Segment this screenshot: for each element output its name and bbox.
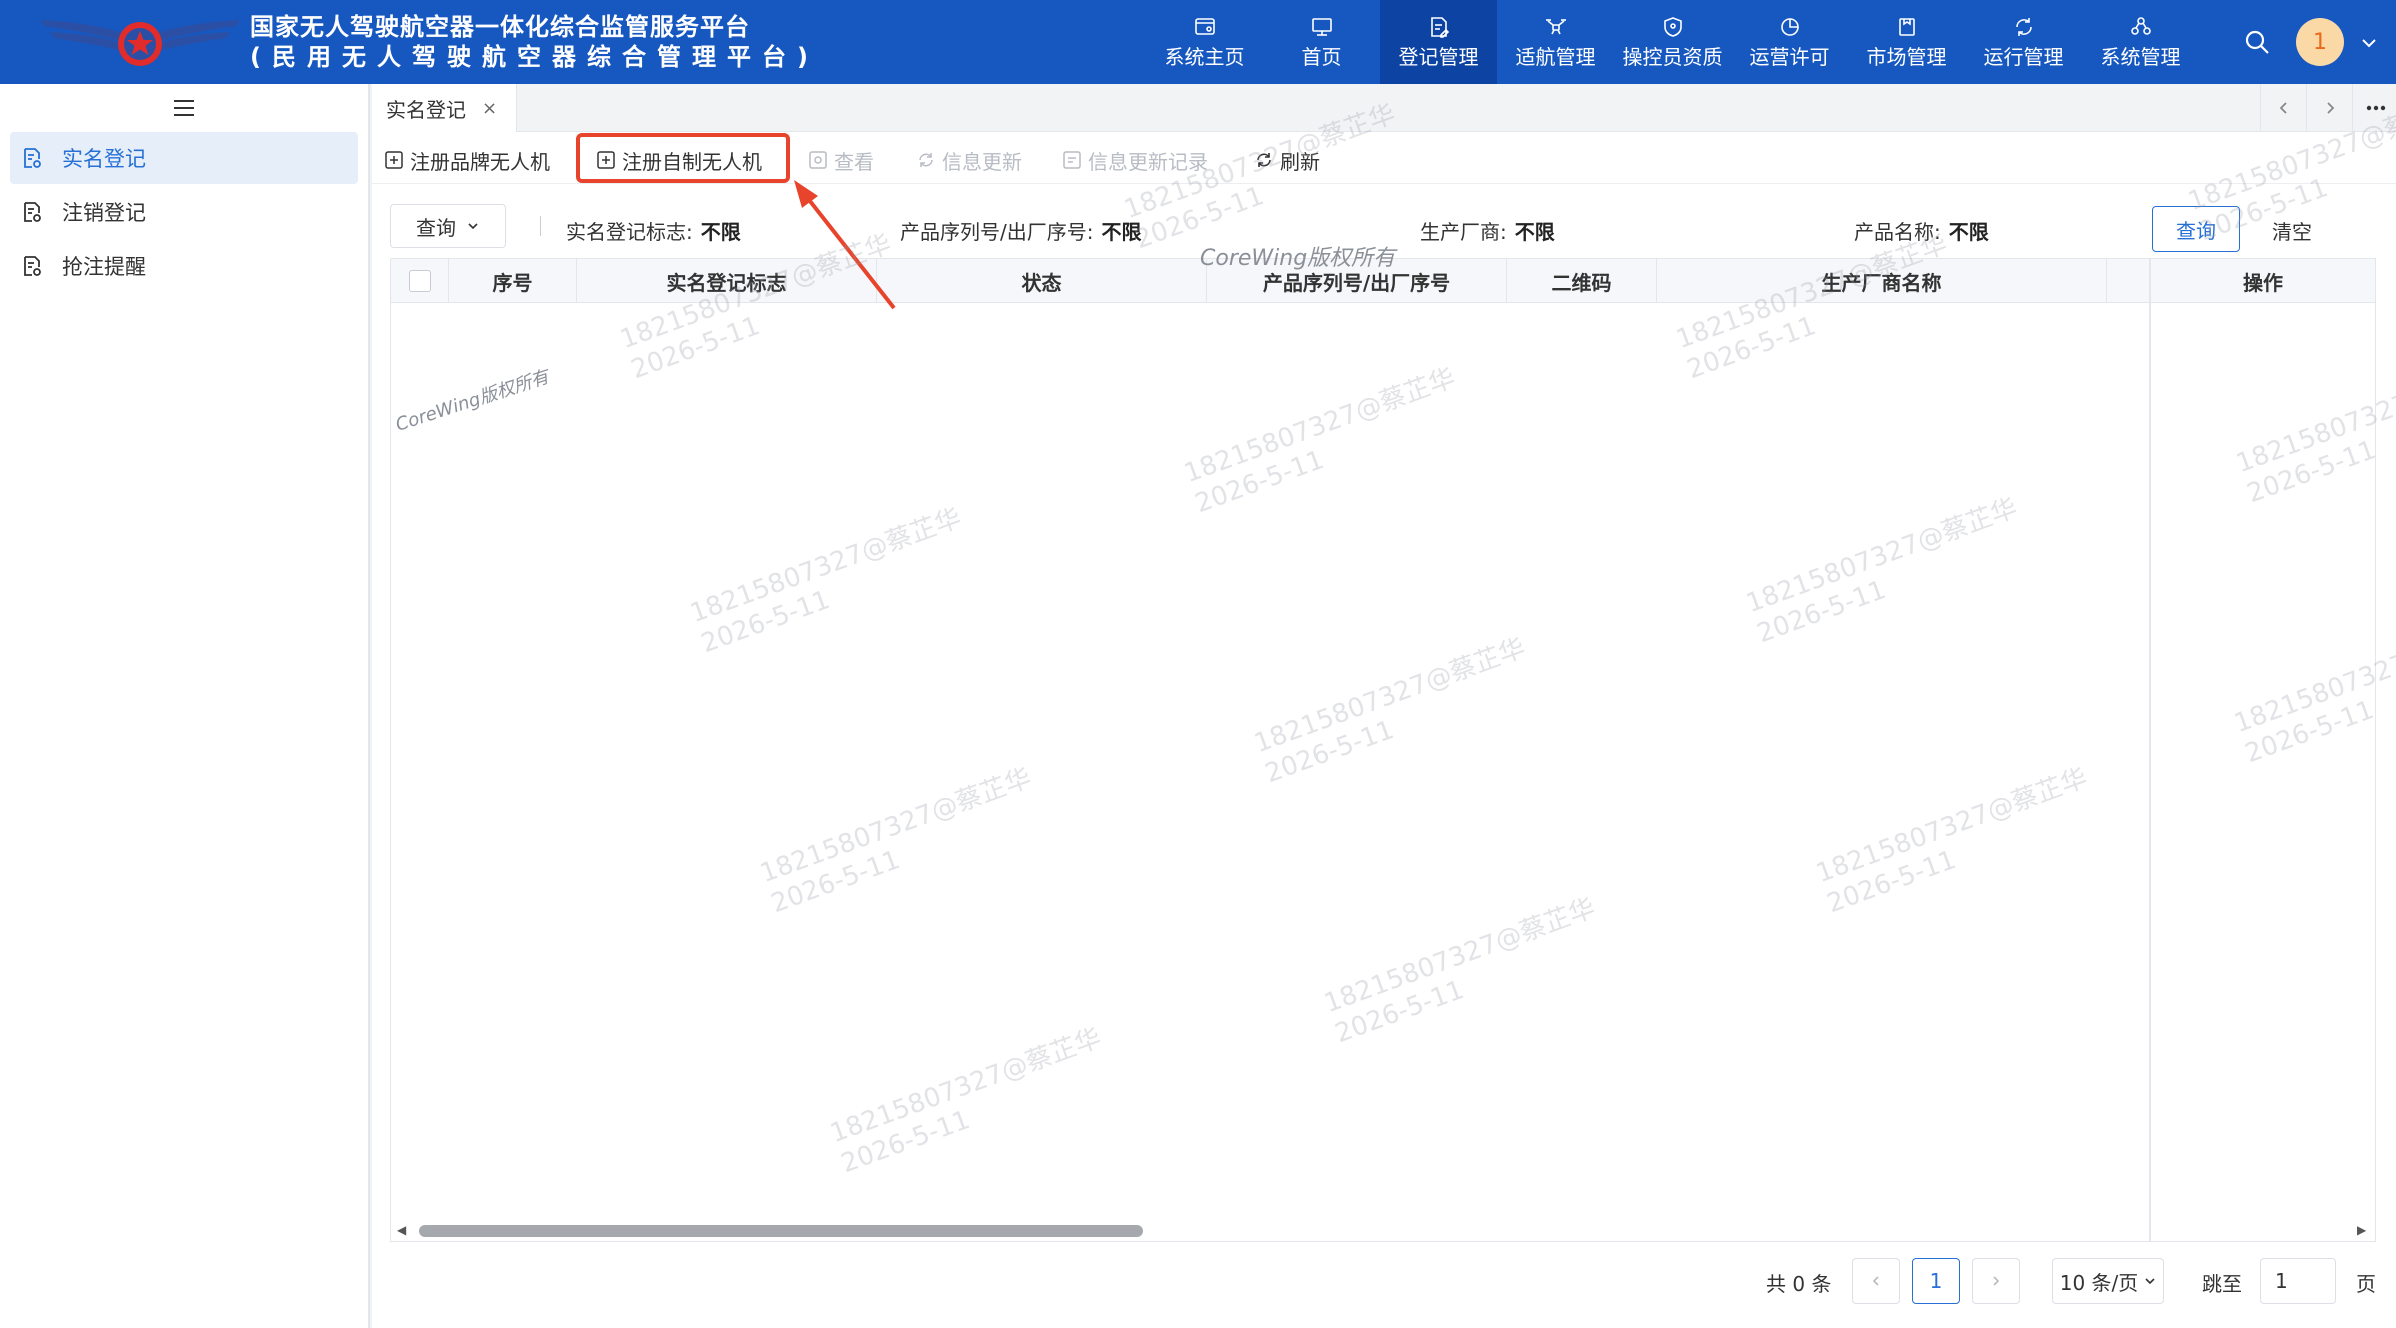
filter-serial-number[interactable]: 产品序列号/出厂序号: 不限 (900, 216, 1141, 245)
chevron-down-icon (468, 223, 478, 230)
caac-wings-logo-icon (40, 20, 240, 66)
scroll-right-icon[interactable]: ▶ (2357, 1223, 2366, 1237)
more-tabs-button[interactable] (2352, 84, 2396, 132)
scroll-left-icon[interactable]: ◀ (397, 1223, 406, 1237)
filter-manufacturer[interactable]: 生产厂商: 不限 (1420, 216, 1555, 245)
info-update-button[interactable]: 信息更新 (916, 144, 1022, 176)
scrollbar-thumb[interactable] (419, 1225, 1143, 1237)
drone-icon (1545, 19, 1566, 35)
platform-title: 国家无人驾驶航空器一体化综合监管服务平台 (250, 13, 750, 41)
clear-button[interactable]: 清空 (2272, 216, 2312, 245)
query-dropdown[interactable]: 查询 (390, 204, 506, 248)
page-suffix: 页 (2356, 1272, 2376, 1296)
prev-page-button[interactable] (1852, 1258, 1900, 1304)
shield-icon (1663, 17, 1682, 37)
search-icon[interactable] (2243, 28, 2271, 56)
fixed-column-divider (2149, 259, 2151, 1241)
nav-system-home[interactable]: 系统主页 (1146, 0, 1263, 84)
column-spacer (2107, 259, 2149, 303)
data-table: 序号 实名登记标志 状态 产品序列号/出厂序号 二维码 生产厂商名称 操作 ◀ … (390, 258, 2376, 1242)
filter-realname-flag[interactable]: 实名登记标志: 不限 (566, 216, 741, 245)
sidebar-item-label: 抢注提醒 (62, 255, 146, 279)
view-button[interactable]: 查看 (808, 144, 874, 176)
register-brand-drone-button[interactable]: 注册品牌无人机 (384, 144, 550, 176)
page-number-button[interactable]: 1 (1912, 1258, 1960, 1304)
document-gear-icon (24, 148, 41, 168)
nav-operation-license[interactable]: 运营许可 (1731, 0, 1848, 84)
window-icon (1194, 18, 1215, 35)
total-count: 共 0 条 (1766, 1272, 1832, 1296)
chevron-right-icon (1993, 1276, 2000, 1286)
column-header[interactable]: 序号 (449, 259, 577, 303)
close-icon[interactable]: × (482, 98, 497, 119)
more-dots-icon (2366, 105, 2385, 111)
avatar[interactable]: 1 (2296, 18, 2344, 66)
column-header[interactable]: 二维码 (1507, 259, 1657, 303)
refresh-icon (1257, 153, 1271, 167)
chevron-left-icon (1872, 1276, 1879, 1286)
next-page-button[interactable] (1972, 1258, 2020, 1304)
info-update-records-button[interactable]: 信息更新记录 (1062, 144, 1208, 176)
chart-pie-icon (1780, 18, 1799, 36)
filter-product-name[interactable]: 产品名称: 不限 (1854, 216, 1989, 245)
chevron-left-icon (2279, 102, 2287, 114)
view-icon (809, 151, 827, 169)
tab-scroll-left-button[interactable] (2260, 84, 2306, 132)
records-icon (1063, 151, 1081, 169)
tab-realname-registration[interactable]: 实名登记 × (372, 84, 517, 132)
nav-registration[interactable]: 登记管理 (1380, 0, 1497, 84)
top-nav: 系统主页 首页 登记管理 适航管理 操控员资质 运营许可 市场管理 运行管理 系… (1146, 0, 2199, 84)
nav-market-management[interactable]: 市场管理 (1848, 0, 1965, 84)
jump-page-input[interactable]: 1 (2260, 1258, 2336, 1304)
hamburger-icon (174, 100, 194, 116)
query-button[interactable]: 查询 (2152, 206, 2240, 252)
select-all-checkbox[interactable] (408, 270, 431, 292)
nav-system-management[interactable]: 系统管理 (2082, 0, 2199, 84)
watermark-brand: CoreWing版权所有 (1200, 246, 1396, 271)
system-icon (2130, 17, 2151, 35)
chevron-right-icon (2326, 102, 2334, 114)
select-all-cell (391, 259, 449, 303)
nav-operation-management[interactable]: 运行管理 (1965, 0, 2082, 84)
jump-label: 跳至 (2202, 1272, 2242, 1296)
sidebar-item-deregistration[interactable]: 注销登记 (10, 186, 358, 238)
nav-operator-qualification[interactable]: 操控员资质 (1614, 0, 1731, 84)
monitor-icon (1311, 18, 1332, 36)
cycle-icon (2015, 18, 2032, 36)
add-square-icon (385, 151, 403, 169)
highlight-annotation-box (576, 133, 790, 183)
pagination: 共 0 条 1 10 条/页 跳至 1 页 (372, 1250, 2396, 1314)
refresh-icon (919, 153, 933, 167)
sidebar-item-realname-registration[interactable]: 实名登记 (10, 132, 358, 184)
horizontal-scrollbar[interactable]: ◀ ▶ (391, 1217, 2375, 1241)
chevron-down-icon (2145, 1278, 2155, 1285)
column-header[interactable]: 实名登记标志 (577, 259, 877, 303)
chevron-down-icon[interactable] (2360, 34, 2378, 52)
document-gear-icon (24, 202, 41, 222)
nav-home[interactable]: 首页 (1263, 0, 1380, 84)
sidebar: 实名登记 注销登记 抢注提醒 (0, 84, 370, 1328)
sidebar-item-label: 实名登记 (62, 147, 146, 171)
column-header[interactable]: 生产厂商名称 (1657, 259, 2107, 303)
document-gear-icon (24, 256, 41, 276)
column-header[interactable]: 状态 (877, 259, 1207, 303)
menu-toggle-button[interactable] (0, 84, 368, 132)
tab-scroll-right-button[interactable] (2306, 84, 2352, 132)
divider (540, 216, 541, 236)
top-header: 国家无人驾驶航空器一体化综合监管服务平台 (民用无人驾驶航空器综合管理平台) 系… (0, 0, 2396, 84)
market-icon (1898, 18, 1915, 36)
platform-subtitle: (民用无人驾驶航空器综合管理平台) (250, 43, 819, 71)
nav-airworthiness[interactable]: 适航管理 (1497, 0, 1614, 84)
sidebar-item-squatting-alert[interactable]: 抢注提醒 (10, 240, 358, 292)
page-size-select[interactable]: 10 条/页 (2052, 1258, 2164, 1304)
refresh-button[interactable]: 刷新 (1254, 144, 1320, 176)
tab-bar: 实名登记 × (372, 84, 2396, 132)
sidebar-item-label: 注销登记 (62, 201, 146, 225)
register-doc-icon (1430, 17, 1449, 38)
column-header[interactable]: 操作 (2151, 259, 2375, 303)
